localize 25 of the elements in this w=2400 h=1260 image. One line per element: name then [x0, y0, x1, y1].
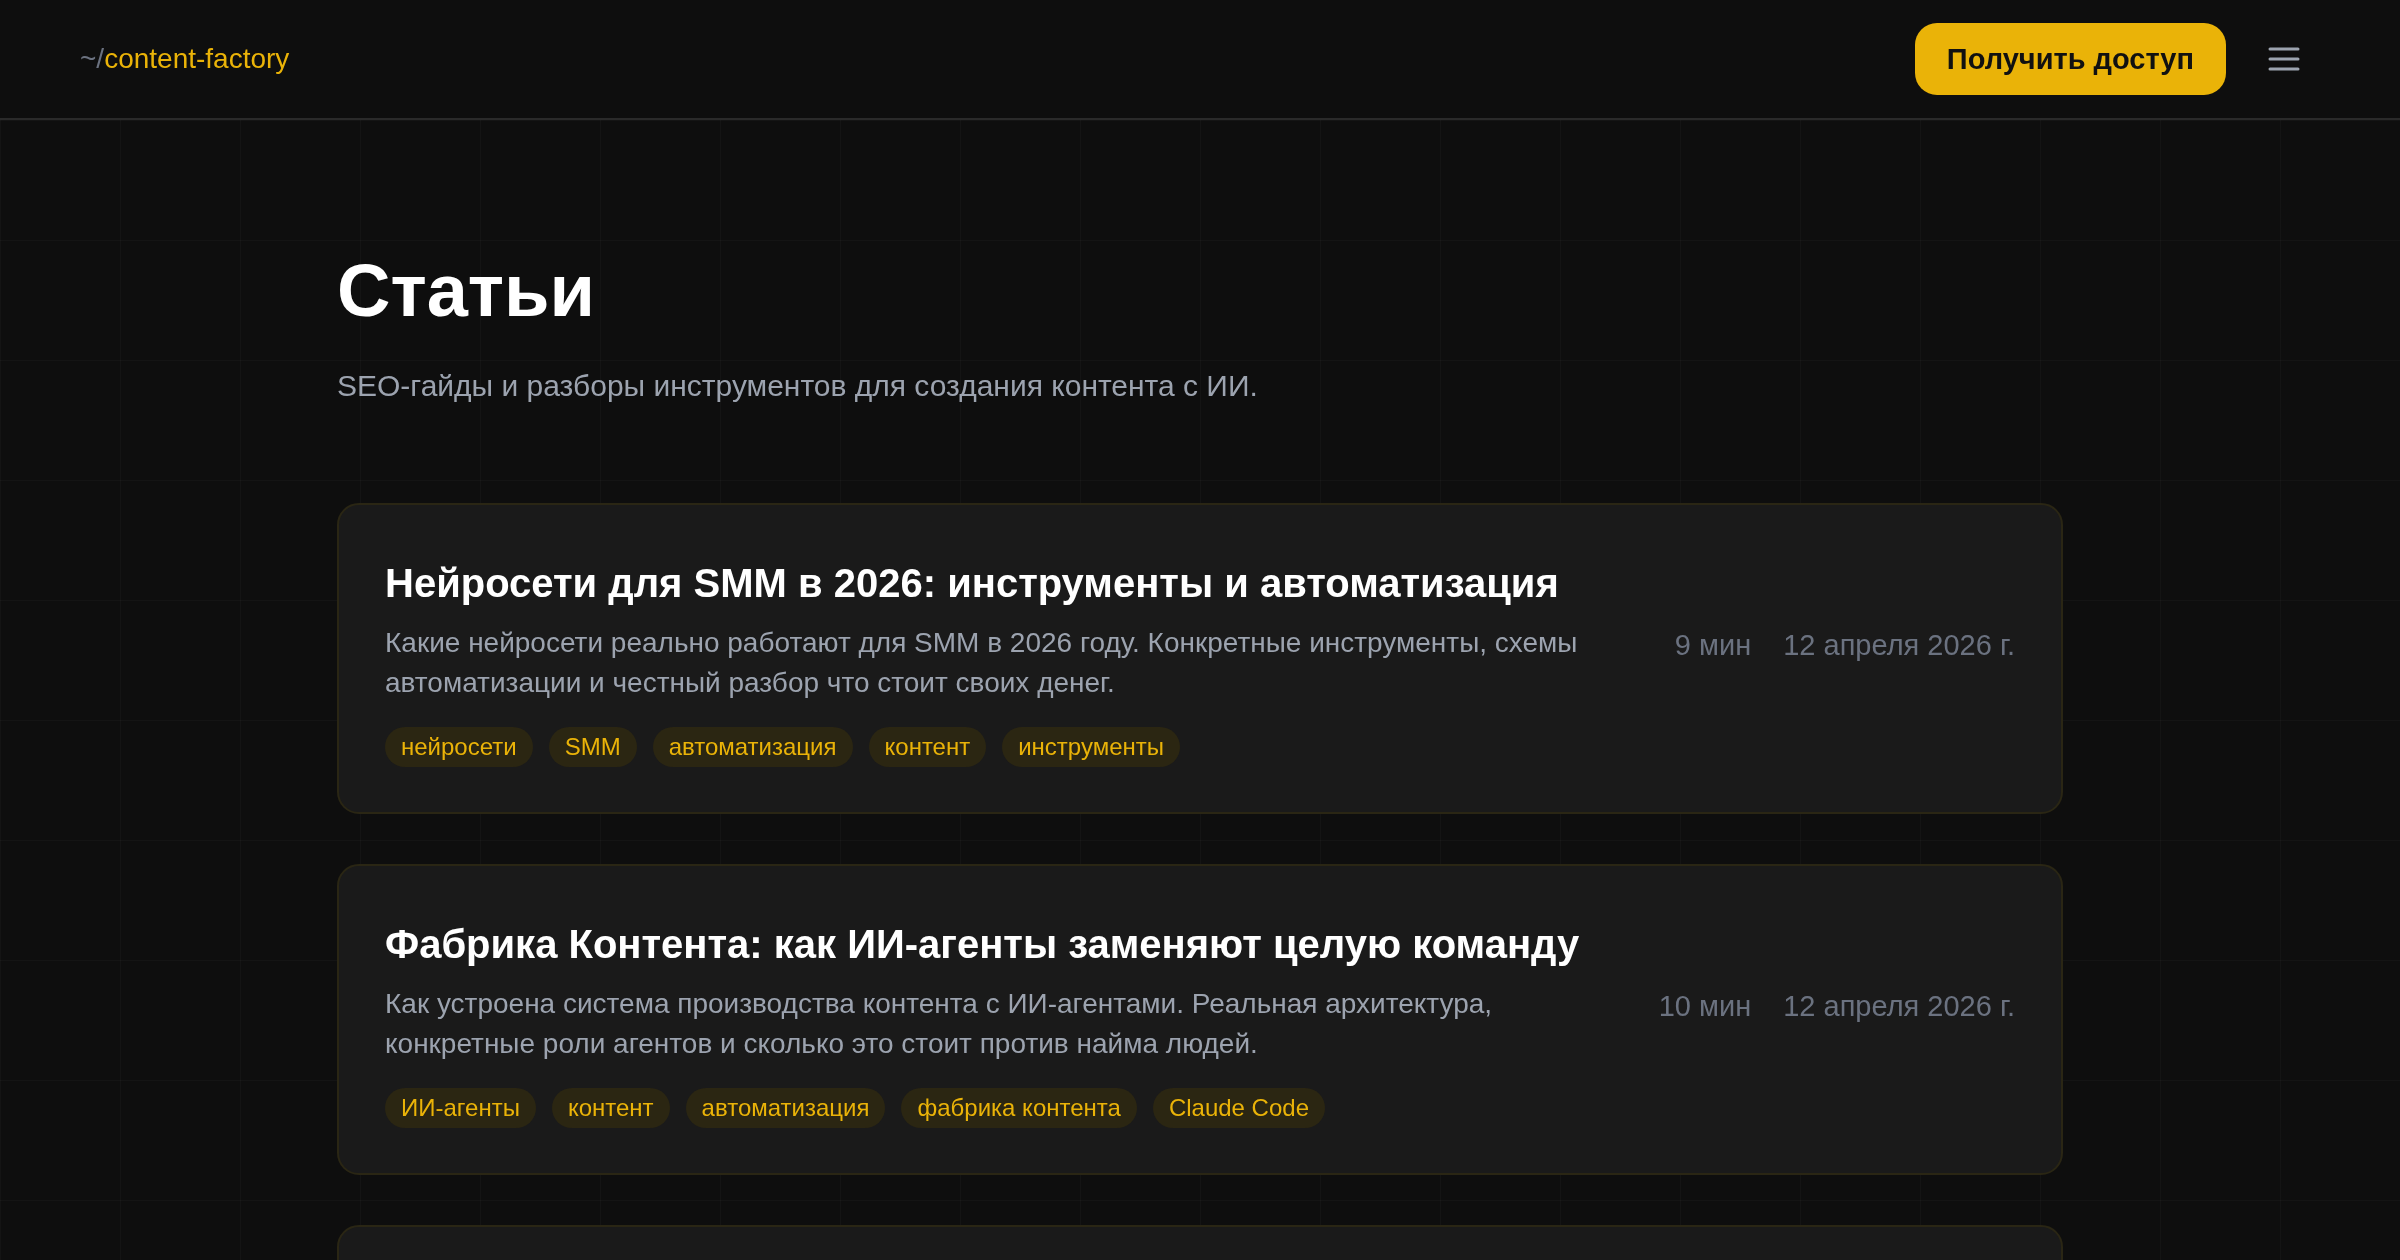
menu-icon[interactable]: [2268, 47, 2300, 71]
article-card[interactable]: [337, 503, 2063, 815]
article-title[interactable]: Фабрика Контента: как ИИ-агенты заменяют целую команду: [385, 915, 1619, 972]
page-subtitle: SEO-гайды и разборы инструментов для создания контента с ИИ.: [337, 369, 1259, 404]
article-date: 12 апреля 2026 г.: [1783, 629, 2015, 663]
article-card[interactable]: [337, 864, 2063, 1176]
article-tag: автоматизация: [685, 1087, 886, 1128]
article-tag: контент: [551, 1087, 670, 1128]
article-description: Какие нейросети реально работают для SMM в 2026 году. Конкретные инструменты, схемы автоматизации и честный разбор что стоит своих денег.: [385, 625, 1579, 700]
article-tag: ИИ-агенты: [385, 1087, 536, 1128]
article-description: Как устроена система производства контента с ИИ-агентами. Реальная архитектура, конкретные роли агентов и сколько это стоит против найма людей.: [385, 986, 1494, 1061]
article-tag: инструменты: [1002, 726, 1180, 767]
article-tag: нейросети: [385, 726, 533, 767]
get-access-button[interactable]: Получить доступ: [1914, 23, 2226, 95]
article-tag: фабрика контента: [901, 1087, 1137, 1128]
read-time: 10 мин: [1658, 990, 1752, 1024]
article-tag: автоматизация: [652, 726, 853, 767]
read-time: 9 мин: [1674, 629, 1752, 663]
article-tag: SMM: [548, 726, 637, 767]
site-logo[interactable]: ~/content-factory: [80, 43, 290, 75]
page-title: Статьи: [337, 250, 597, 332]
article-tag: Claude Code: [1152, 1087, 1325, 1128]
article-date: 12 апреля 2026 г.: [1783, 990, 2015, 1024]
article-title[interactable]: Нейросети для SMM в 2026: инструменты и автоматизация: [385, 554, 1635, 611]
article-tag: контент: [868, 726, 987, 767]
